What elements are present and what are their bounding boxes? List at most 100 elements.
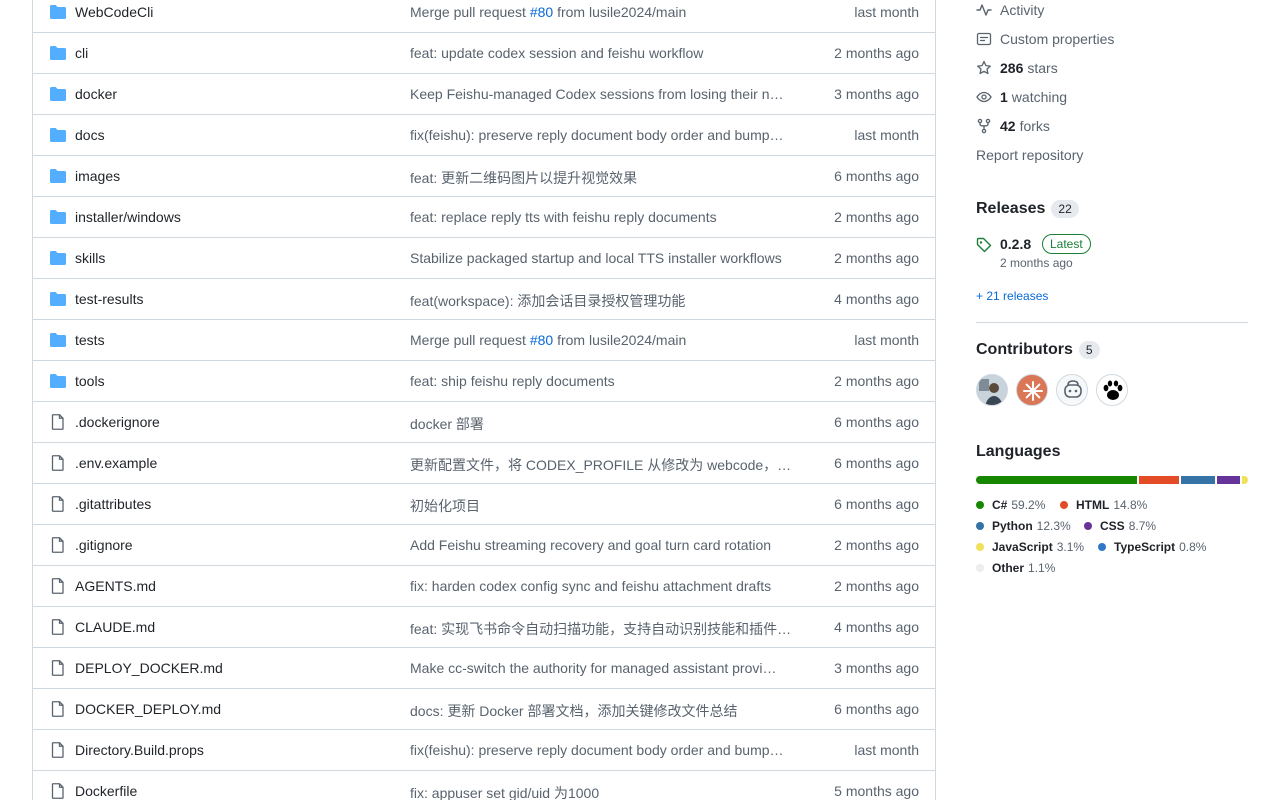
file-row[interactable]: .env.example 更新配置文件，将 CODEX_PROFILE 从修改为 …: [33, 443, 935, 484]
file-name-link[interactable]: CLAUDE.md: [75, 619, 155, 635]
file-name-link[interactable]: docker: [75, 86, 117, 102]
commit-message-link[interactable]: Merge pull request #80 from lusile2024/m…: [410, 332, 800, 348]
release-date: 2 months ago: [1000, 256, 1073, 270]
custom-properties-link[interactable]: Custom properties: [976, 24, 1114, 53]
commit-message-link[interactable]: Add Feishu streaming recovery and goal t…: [410, 537, 800, 553]
releases-heading[interactable]: Releases 22: [976, 200, 1079, 218]
file-row[interactable]: .gitattributes 初始化项目 6 months ago: [33, 484, 935, 525]
language-item[interactable]: HTML 14.8%: [1060, 498, 1147, 512]
file-name-link[interactable]: installer/windows: [75, 209, 181, 225]
commit-message-link[interactable]: feat: update codex session and feishu wo…: [410, 45, 800, 61]
commit-message-link[interactable]: feat: 实现飞书命令自动扫描功能，支持自动识别技能和插件…: [410, 619, 800, 639]
file-name-link[interactable]: skills: [75, 250, 105, 266]
file-row[interactable]: cli feat: update codex session and feishu…: [33, 33, 935, 74]
file-row[interactable]: DEPLOY_DOCKER.md Make cc-switch the autho…: [33, 648, 935, 689]
language-item[interactable]: JavaScript 3.1%: [976, 540, 1084, 554]
latest-release[interactable]: 0.2.8 Latest 2 months ago: [976, 234, 1248, 274]
commit-date: 6 months ago: [834, 455, 919, 471]
file-row[interactable]: docker Keep Feishu-managed Codex sessions…: [33, 74, 935, 115]
pulse-icon: [976, 2, 992, 18]
commit-message-text: fix(feishu): preserve reply document bod…: [410, 127, 784, 143]
avatar[interactable]: [1096, 374, 1128, 406]
commit-message-link[interactable]: Make cc-switch the authority for managed…: [410, 660, 800, 676]
file-name-link[interactable]: .env.example: [75, 455, 157, 471]
commit-message-text: docs: 更新 Docker 部署文档，添加关键修改文件总结: [410, 703, 738, 719]
commit-date: 4 months ago: [834, 619, 919, 635]
commit-message-link[interactable]: feat: replace reply tts with feishu repl…: [410, 209, 800, 225]
file-row[interactable]: AGENTS.md fix: harden codex config sync a…: [33, 566, 935, 607]
activity-link[interactable]: Activity: [976, 0, 1044, 24]
file-row[interactable]: test-results feat(workspace): 添加会话目录授权管理功…: [33, 279, 935, 320]
file-name-link[interactable]: cli: [75, 45, 88, 61]
watching-link[interactable]: 1 watching: [976, 82, 1067, 111]
forks-link[interactable]: 42 forks: [976, 111, 1050, 140]
file-name-link[interactable]: Directory.Build.props: [75, 742, 204, 758]
language-color-dot: [1060, 501, 1068, 509]
file-name-link[interactable]: WebCodeCli: [75, 4, 153, 20]
language-item[interactable]: Python 12.3%: [976, 519, 1071, 533]
contributor-avatars: [976, 374, 1248, 406]
commit-message-link[interactable]: 初始化项目: [410, 496, 800, 516]
commit-message-link[interactable]: Stabilize packaged startup and local TTS…: [410, 250, 800, 266]
file-name-link[interactable]: docs: [75, 127, 105, 143]
file-row[interactable]: images feat: 更新二维码图片以提升视觉效果 6 months ago: [33, 156, 935, 197]
file-name-link[interactable]: AGENTS.md: [75, 578, 156, 594]
file-name-link[interactable]: tools: [75, 373, 105, 389]
commit-date: last month: [854, 332, 919, 348]
commit-message-link[interactable]: docs: 更新 Docker 部署文档，添加关键修改文件总结: [410, 701, 800, 721]
commit-message-link[interactable]: fix: harden codex config sync and feishu…: [410, 578, 800, 594]
more-releases-link[interactable]: + 21 releases: [976, 289, 1048, 303]
commit-message-link[interactable]: fix: appuser set gid/uid 为1000: [410, 783, 800, 800]
file-row[interactable]: DOCKER_DEPLOY.md docs: 更新 Docker 部署文档，添加关…: [33, 689, 935, 730]
file-row[interactable]: docs fix(feishu): preserve reply document…: [33, 115, 935, 156]
file-row[interactable]: tests Merge pull request #80 from lusile2…: [33, 320, 935, 361]
avatar[interactable]: [1056, 374, 1088, 406]
avatar[interactable]: [976, 374, 1008, 406]
file-row[interactable]: CLAUDE.md feat: 实现飞书命令自动扫描功能，支持自动识别技能和插件……: [33, 607, 935, 648]
contributors-title: Contributors: [976, 341, 1073, 358]
commit-message-link[interactable]: fix(feishu): preserve reply document bod…: [410, 127, 800, 143]
pull-request-link[interactable]: #80: [530, 332, 553, 348]
commit-message-link[interactable]: feat: 更新二维码图片以提升视觉效果: [410, 168, 800, 188]
avatar[interactable]: [1016, 374, 1048, 406]
file-row[interactable]: .gitignore Add Feishu streaming recovery …: [33, 525, 935, 566]
commit-message-text: Merge pull request: [410, 332, 530, 348]
file-name-link[interactable]: test-results: [75, 291, 143, 307]
file-name-link[interactable]: DOCKER_DEPLOY.md: [75, 701, 221, 717]
stars-link[interactable]: 286 stars: [976, 53, 1058, 82]
releases-count: 22: [1051, 200, 1079, 218]
file-row[interactable]: Directory.Build.props fix(feishu): preser…: [33, 730, 935, 771]
commit-message-text: docker 部署: [410, 416, 484, 432]
commit-message-link[interactable]: fix(feishu): preserve reply document bod…: [410, 742, 800, 758]
file-name-link[interactable]: .gitattributes: [75, 496, 151, 512]
file-row[interactable]: .dockerignore docker 部署 6 months ago: [33, 402, 935, 443]
file-name-link[interactable]: DEPLOY_DOCKER.md: [75, 660, 223, 676]
commit-message-link[interactable]: Merge pull request #80 from lusile2024/m…: [410, 4, 800, 20]
folder-icon: [49, 291, 67, 307]
language-item[interactable]: Other 1.1%: [976, 561, 1055, 575]
contributors-heading[interactable]: Contributors 5: [976, 341, 1100, 359]
commit-message-link[interactable]: Keep Feishu-managed Codex sessions from …: [410, 86, 800, 102]
commit-message-text: from lusile2024/main: [553, 4, 687, 20]
file-name-link[interactable]: images: [75, 168, 120, 184]
file-row[interactable]: Dockerfile fix: appuser set gid/uid 为1000…: [33, 771, 935, 800]
language-item[interactable]: CSS 8.7%: [1084, 519, 1156, 533]
language-item[interactable]: C# 59.2%: [976, 498, 1045, 512]
commit-message-link[interactable]: docker 部署: [410, 414, 800, 434]
commit-message-link[interactable]: feat(workspace): 添加会话目录授权管理功能: [410, 291, 800, 311]
file-row[interactable]: installer/windows feat: replace reply tts…: [33, 197, 935, 238]
file-name-link[interactable]: .gitignore: [75, 537, 133, 553]
commit-message-link[interactable]: 更新配置文件，将 CODEX_PROFILE 从修改为 webcode，…: [410, 455, 800, 475]
file-name-link[interactable]: tests: [75, 332, 105, 348]
file-row[interactable]: WebCodeCli Merge pull request #80 from lu…: [33, 0, 935, 33]
tag-icon: [976, 237, 992, 256]
commit-message-link[interactable]: feat: ship feishu reply documents: [410, 373, 800, 389]
file-name-link[interactable]: .dockerignore: [75, 414, 160, 430]
languages-title: Languages: [976, 443, 1061, 460]
file-name-link[interactable]: Dockerfile: [75, 783, 137, 799]
file-row[interactable]: tools feat: ship feishu reply documents 2 …: [33, 361, 935, 402]
pull-request-link[interactable]: #80: [530, 4, 553, 20]
report-repository-link[interactable]: Report repository: [976, 140, 1083, 169]
file-row[interactable]: skills Stabilize packaged startup and loc…: [33, 238, 935, 279]
language-item[interactable]: TypeScript 0.8%: [1098, 540, 1206, 554]
